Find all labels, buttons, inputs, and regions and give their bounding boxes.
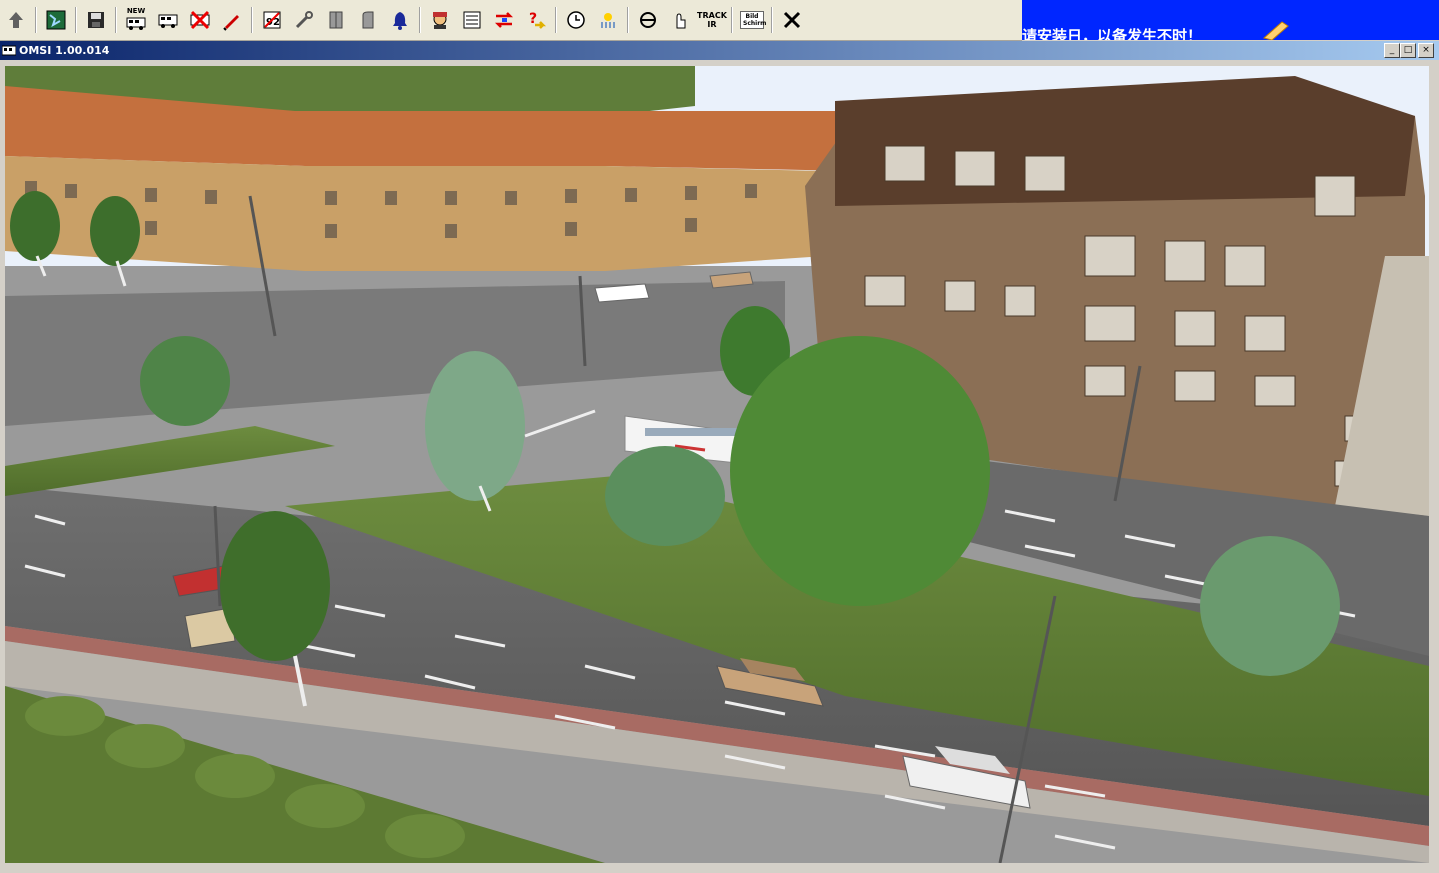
trackir-icon[interactable]: TRACK IR <box>697 5 727 35</box>
app-icon <box>2 45 16 55</box>
up-arrow-icon[interactable] <box>1 5 31 35</box>
pencil-icon <box>1262 21 1289 40</box>
remove-bus-icon[interactable] <box>185 5 215 35</box>
steering-icon[interactable] <box>633 5 663 35</box>
door-rear-icon[interactable] <box>353 5 383 35</box>
tools-icon[interactable] <box>289 5 319 35</box>
bus-icon[interactable] <box>153 5 183 35</box>
swap-icon[interactable] <box>489 5 519 35</box>
schedule-icon[interactable] <box>457 5 487 35</box>
screenshot-icon[interactable]: Bild Schirm <box>737 5 767 35</box>
hand-icon[interactable] <box>665 5 695 35</box>
help-icon[interactable]: ? <box>521 5 551 35</box>
map-icon[interactable] <box>41 5 71 35</box>
minimize-button[interactable]: _ <box>1384 43 1400 58</box>
door-front-icon[interactable] <box>321 5 351 35</box>
toolbar: NEW 92 ? TRACK IR Bild Schirm <box>0 0 1022 41</box>
pen-icon[interactable] <box>217 5 247 35</box>
notification-banner: 请安装日，以备发生不时！ <box>1022 0 1439 40</box>
driver-icon[interactable] <box>425 5 455 35</box>
new-bus-icon[interactable]: NEW <box>121 5 151 35</box>
weather-icon[interactable] <box>593 5 623 35</box>
close-x-icon[interactable] <box>777 5 807 35</box>
save-icon[interactable] <box>81 5 111 35</box>
banner-text: 请安装日，以备发生不时！ <box>1022 27 1203 40</box>
simulation-viewport[interactable] <box>5 66 1429 863</box>
window-title: OMSI 1.00.014 <box>19 44 110 57</box>
maximize-button[interactable]: □ <box>1400 43 1416 58</box>
window-titlebar: OMSI 1.00.014 _ □ × <box>0 41 1439 60</box>
close-button[interactable]: × <box>1418 43 1434 58</box>
bell-icon[interactable] <box>385 5 415 35</box>
timetable-icon[interactable]: 92 <box>257 5 287 35</box>
clock-icon[interactable] <box>561 5 591 35</box>
city-scene <box>5 66 1429 863</box>
